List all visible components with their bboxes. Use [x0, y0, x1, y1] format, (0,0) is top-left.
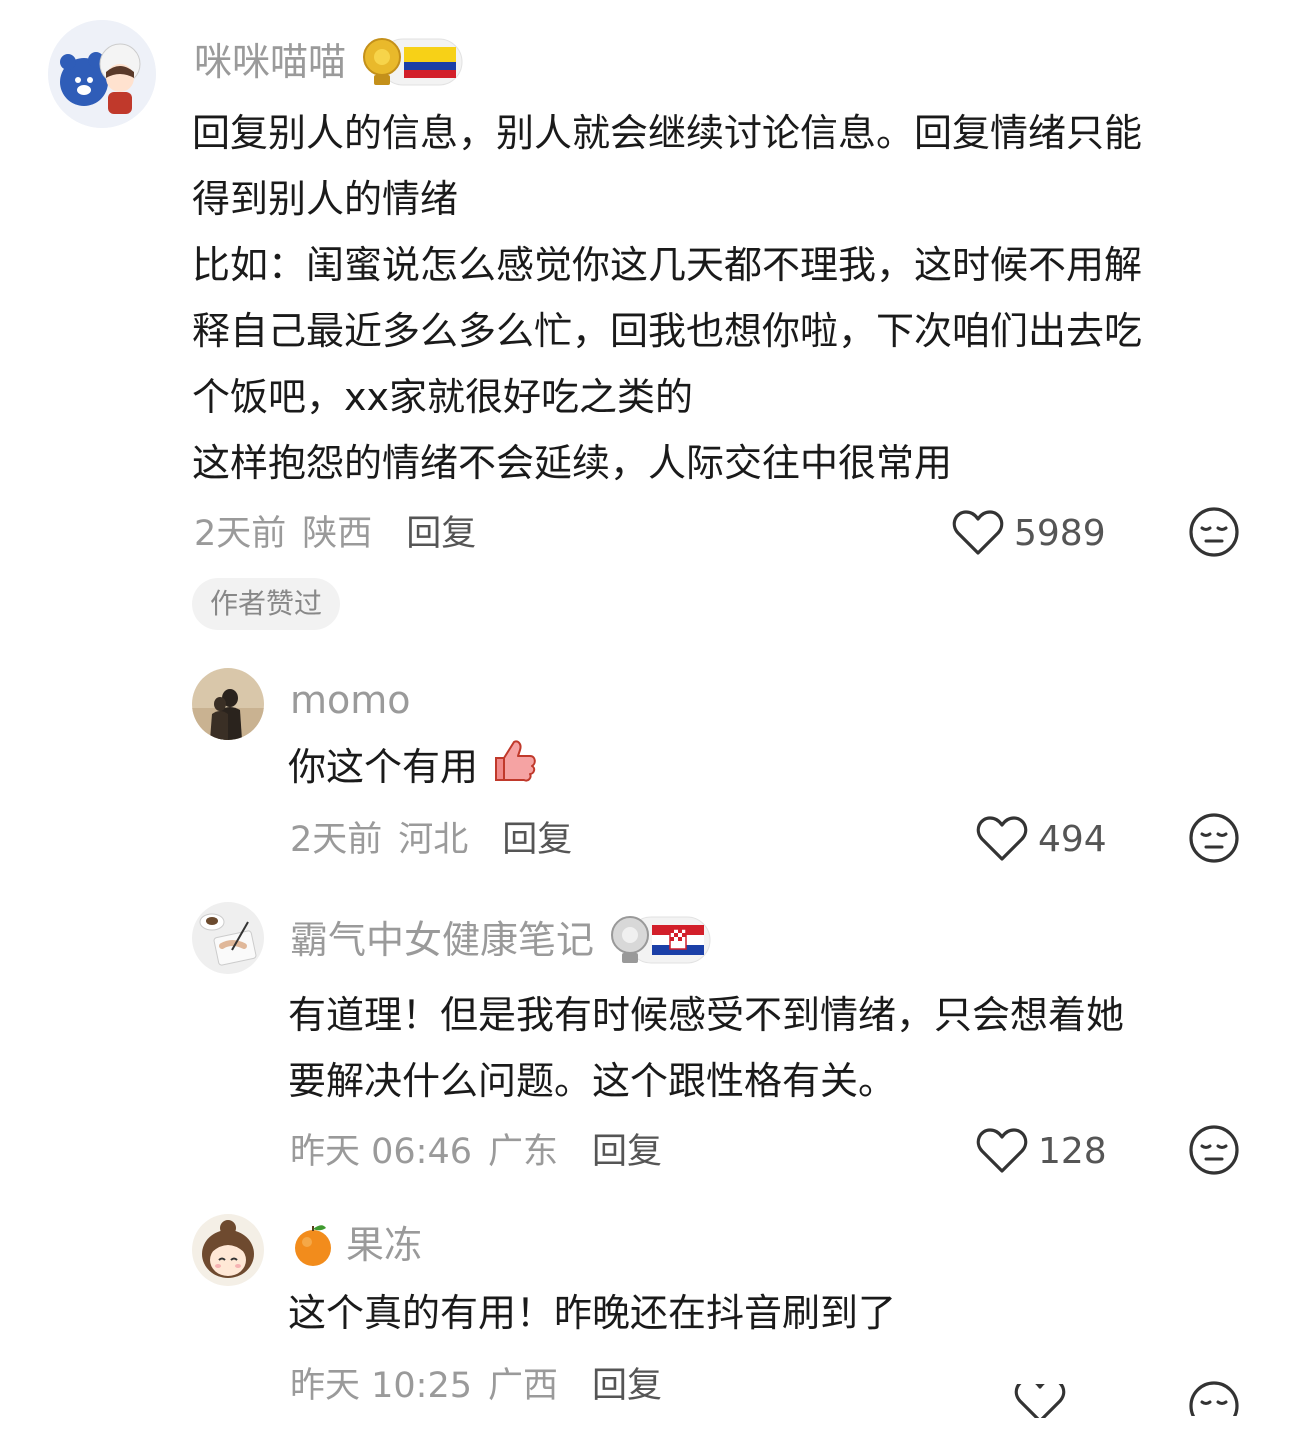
comment-text-line: 这样抱怨的情绪不会延续，人际交往中很常用	[192, 441, 953, 485]
reply-button[interactable]: 回复	[592, 1123, 662, 1174]
username[interactable]: 果冻	[346, 1223, 422, 1267]
comment-text-line: 释自己最近多么多么忙，回我也想你啦，下次咱们出去吃	[192, 309, 1143, 353]
like-count: 494	[1038, 818, 1107, 860]
orange-icon	[290, 1222, 336, 1268]
like-count: 5989	[1014, 512, 1106, 554]
reply-button[interactable]: 回复	[502, 811, 572, 862]
comment-location: 广东	[488, 1131, 559, 1172]
comment-time: 2天前	[290, 819, 383, 860]
comment-time: 2天前	[194, 513, 287, 554]
dislike-face-icon[interactable]	[1188, 812, 1240, 864]
reply-button[interactable]: 回复	[592, 1357, 662, 1408]
heart-icon	[976, 816, 1028, 861]
heart-icon	[1014, 1384, 1066, 1418]
like-button[interactable]: 128	[976, 1124, 1107, 1178]
username[interactable]: 霸气中女健康笔记	[290, 918, 594, 962]
comment-location: 陕西	[302, 513, 373, 554]
comment-list: 咪咪喵喵 回复别人的信息，别人就会继续讨论信息。回复情绪只能 得到别人的情绪 比…	[0, 0, 1290, 1437]
comment-text-line: 要解决什么问题。这个跟性格有关。	[288, 1059, 897, 1103]
thumbs-up-icon	[490, 738, 538, 784]
avatar[interactable]	[192, 1214, 264, 1286]
username[interactable]: momo	[290, 678, 411, 722]
avatar[interactable]	[192, 902, 264, 974]
comment-text-line: 比如：闺蜜说怎么感觉你这几天都不理我，这时候不用解	[192, 243, 1143, 287]
like-button[interactable]	[1014, 1384, 1076, 1418]
author-liked-tag: 作者赞过	[192, 578, 341, 630]
comment-text: 你这个有用	[288, 745, 479, 789]
avatar[interactable]	[48, 20, 156, 128]
dislike-face-icon[interactable]	[1188, 506, 1240, 558]
comment-text-line: 回复别人的信息，别人就会继续讨论信息。回复情绪只能	[192, 111, 1143, 155]
reply-button[interactable]: 回复	[406, 505, 476, 556]
comment-time: 昨天 06:46	[290, 1131, 472, 1172]
colombia-flag-trophy-badge[interactable]	[360, 34, 464, 90]
comment-text: 这个真的有用！昨晚还在抖音刷到了	[288, 1291, 897, 1335]
croatia-flag-trophy-badge[interactable]	[608, 912, 712, 968]
heart-icon	[976, 1128, 1028, 1173]
comment-location: 广西	[488, 1365, 559, 1406]
like-button[interactable]: 5989	[952, 506, 1106, 560]
dislike-face-icon[interactable]	[1188, 1380, 1240, 1416]
like-count: 128	[1038, 1130, 1107, 1172]
like-button[interactable]: 494	[976, 812, 1107, 866]
comment-text-line: 个饭吧，xx家就很好吃之类的	[192, 375, 693, 419]
comment-location: 河北	[398, 819, 469, 860]
username[interactable]: 咪咪喵喵	[194, 40, 346, 84]
comment-text-line: 有道理！但是我有时候感受不到情绪，只会想着她	[288, 993, 1125, 1037]
comment-text-line: 得到别人的情绪	[192, 177, 459, 221]
comment-time: 昨天 10:25	[290, 1365, 472, 1406]
dislike-face-icon[interactable]	[1188, 1124, 1240, 1176]
avatar[interactable]	[192, 668, 264, 740]
heart-icon	[952, 510, 1004, 555]
